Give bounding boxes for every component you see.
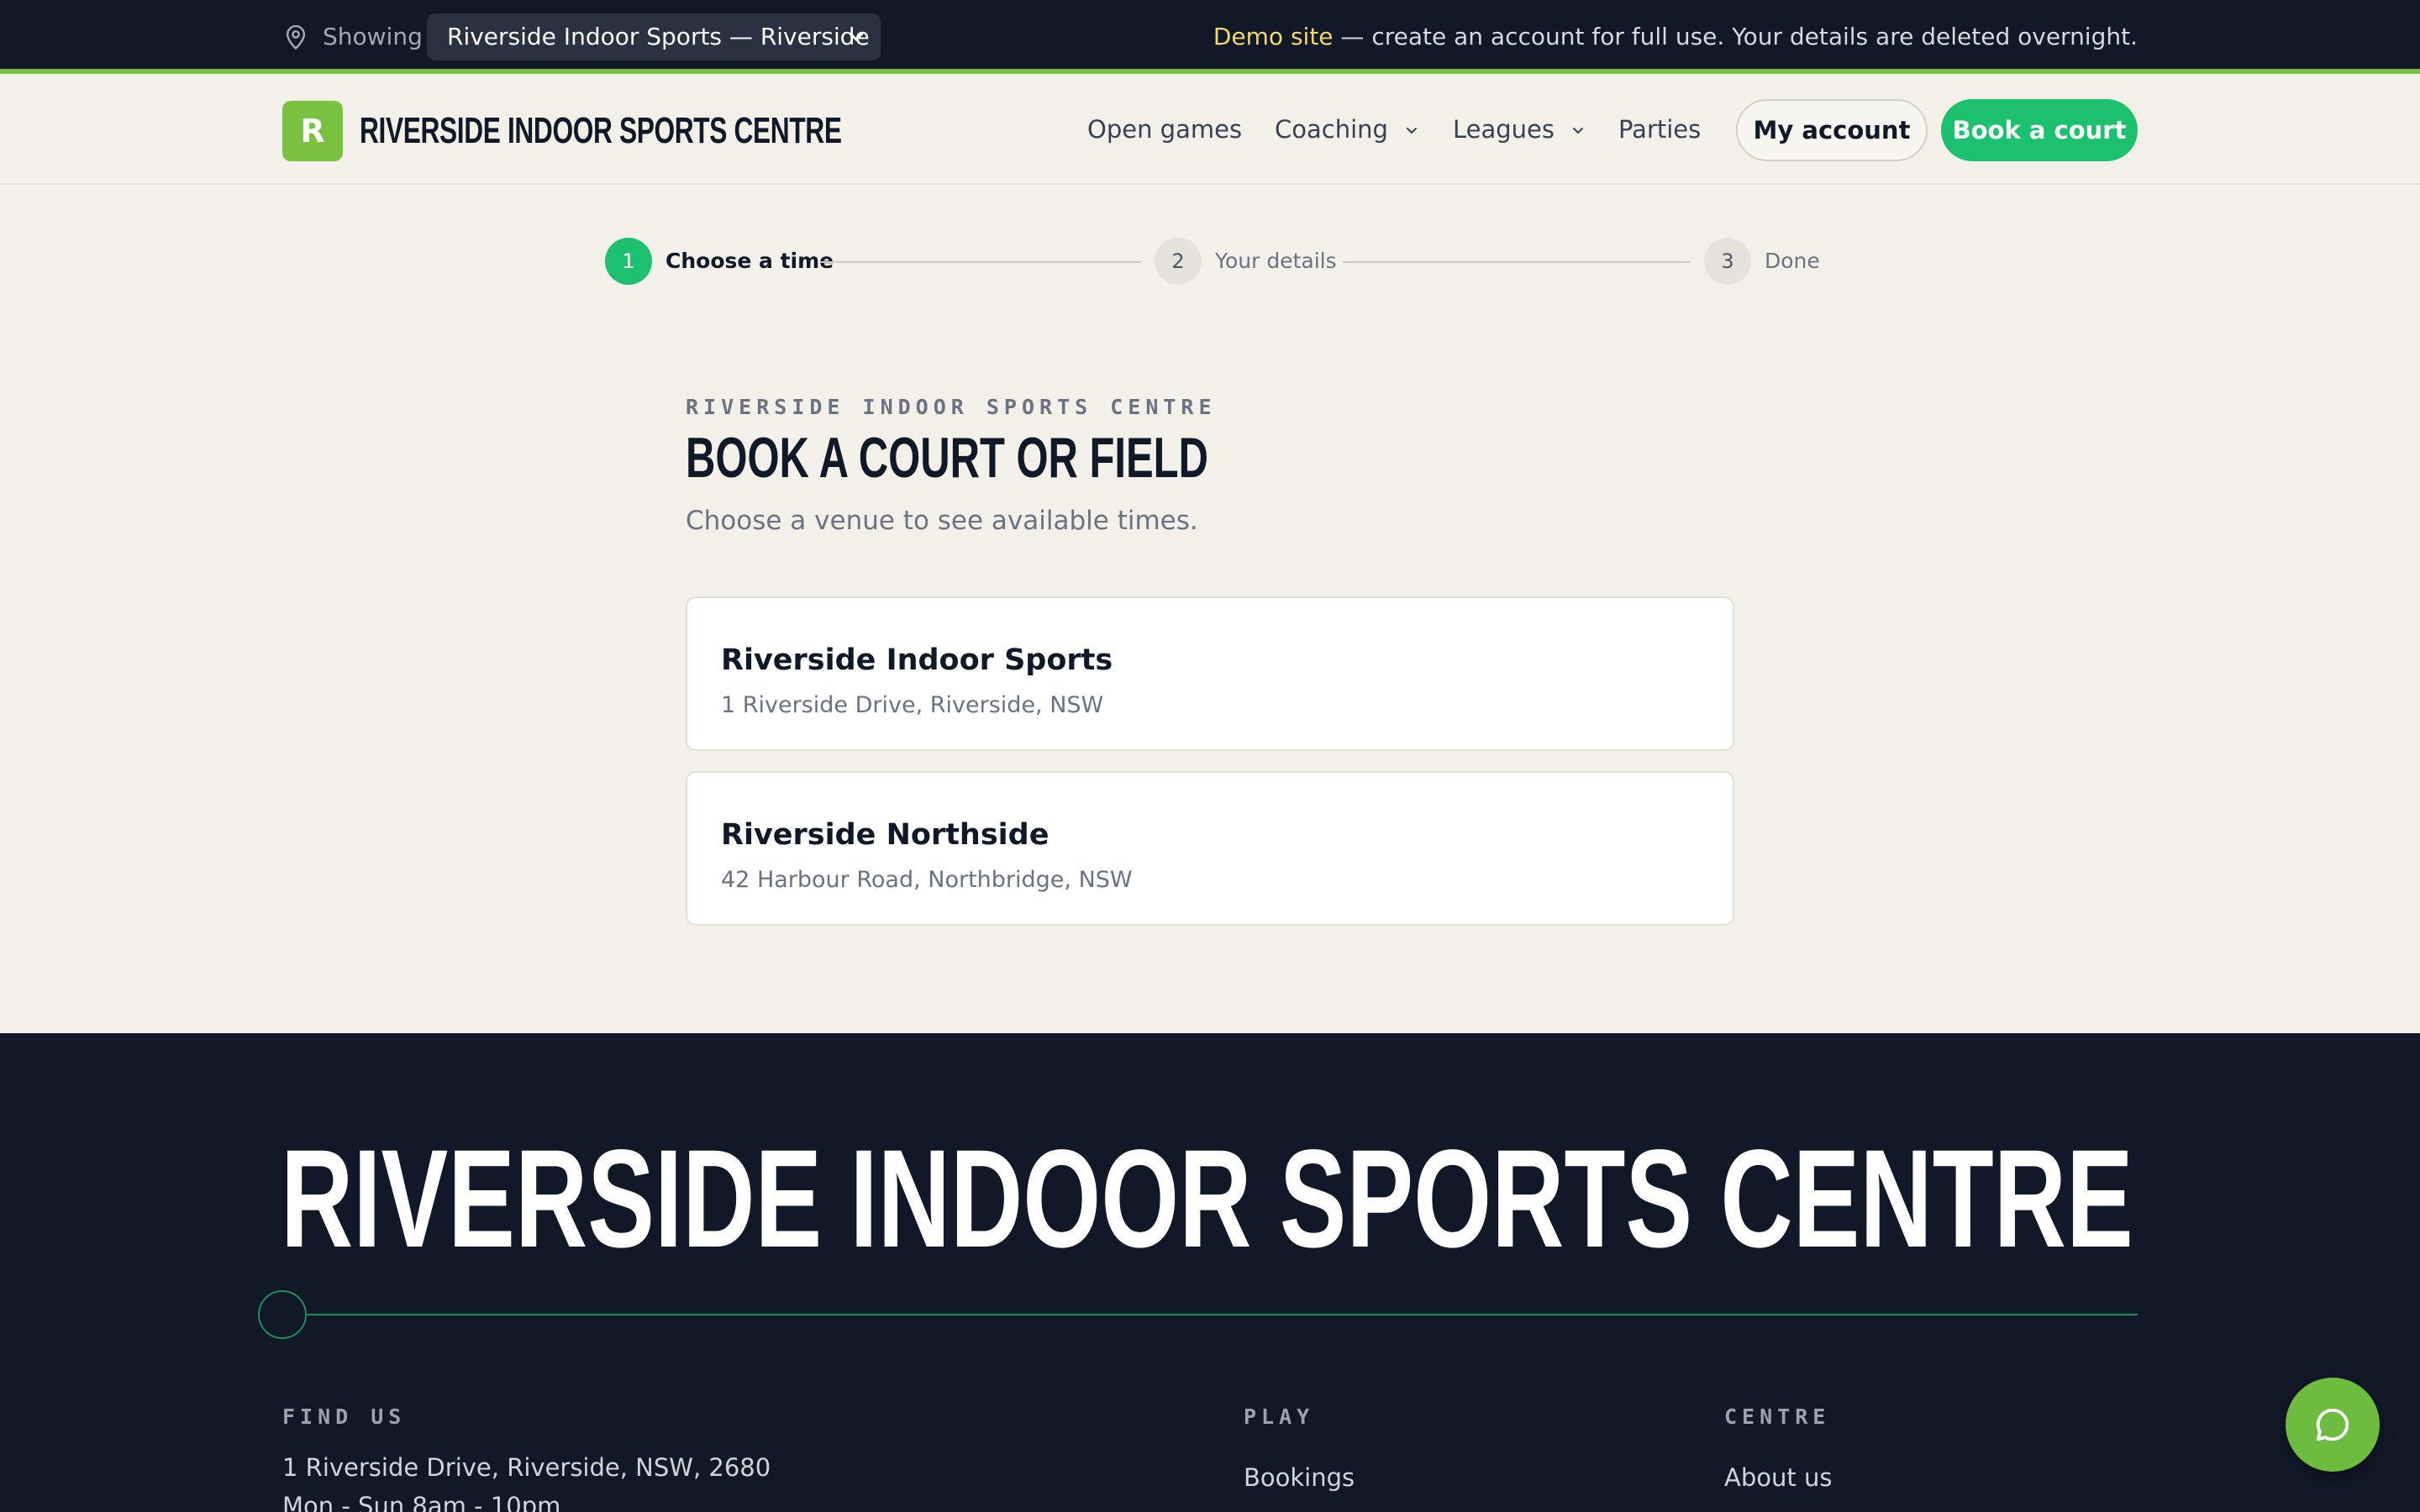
venue-address: 1 Riverside Drive, Riverside, NSW: [721, 692, 1104, 718]
my-account-button[interactable]: My account: [1736, 99, 1928, 161]
footer-play-heading: PLAY: [1244, 1404, 1315, 1429]
page-subtitle: Choose a venue to see available times.: [686, 506, 1198, 536]
venue-name: Riverside Indoor Sports: [721, 643, 1113, 677]
nav-parties[interactable]: Parties: [1618, 113, 1701, 146]
site-header: R RIVERSIDE INDOOR SPORTS CENTRE Open ga…: [0, 79, 2420, 185]
footer-hours: Mon - Sun 8am - 10pm: [282, 1492, 561, 1512]
footer-link-bookings[interactable]: Bookings: [1244, 1462, 1355, 1494]
nav-coaching-label: Coaching: [1275, 115, 1388, 144]
footer-address: 1 Riverside Drive, Riverside, NSW, 2680: [282, 1453, 771, 1482]
venue-address: 42 Harbour Road, Northbridge, NSW: [721, 867, 1133, 893]
step-connector: [820, 261, 1141, 263]
venue-select-value: Riverside Indoor Sports — Riverside: [447, 23, 870, 50]
site-footer: RIVERSIDE INDOOR SPORTS CENTRE FIND US 1…: [0, 1033, 2420, 1512]
venue-name: Riverside Northside: [721, 818, 1050, 852]
nav-coaching[interactable]: Coaching: [1275, 113, 1418, 146]
step-3-number: 3: [1704, 238, 1751, 285]
footer-find-us-heading: FIND US: [282, 1404, 407, 1429]
step-2-label: Your details: [1215, 249, 1337, 273]
nav-parties-label: Parties: [1618, 115, 1702, 144]
chevron-down-icon: [1407, 128, 1418, 134]
footer-link-about-us[interactable]: About us: [1724, 1462, 1832, 1494]
step-connector: [1343, 261, 1691, 263]
step-2-number: 2: [1155, 238, 1202, 285]
venue-select[interactable]: Riverside Indoor Sports — Riverside: [427, 13, 881, 60]
chat-bubble-icon: [2316, 1408, 2349, 1441]
logo-text[interactable]: RIVERSIDE INDOOR SPORTS CENTRE: [360, 109, 842, 153]
footer-divider: [282, 1314, 2138, 1315]
chat-button[interactable]: [2286, 1378, 2380, 1472]
demo-notice: Demo site — create an account for full u…: [1213, 22, 2138, 52]
divider-ring-icon: [258, 1290, 307, 1339]
page-title: BOOK A COURT OR FIELD: [686, 426, 1208, 490]
step-1-label: Choose a time: [666, 249, 834, 273]
chevron-down-icon: [849, 32, 864, 41]
step-1-number: 1: [605, 238, 652, 285]
step-3-label: Done: [1765, 249, 1820, 273]
logo-mark[interactable]: R: [282, 101, 343, 161]
nav-leagues-label: Leagues: [1453, 115, 1555, 144]
book-court-button[interactable]: Book a court: [1941, 99, 2138, 161]
demo-bar: Showing Riverside Indoor Sports — Rivers…: [0, 0, 2420, 74]
chevron-down-icon: [1573, 128, 1584, 134]
page-eyebrow: RIVERSIDE INDOOR SPORTS CENTRE: [686, 395, 1217, 419]
venue-card-riverside[interactable]: Riverside Indoor Sports 1 Riverside Driv…: [686, 596, 1734, 751]
demo-site-label: Demo site: [1213, 23, 1334, 50]
showing-label: Showing: [323, 23, 423, 50]
footer-title: RIVERSIDE INDOOR SPORTS CENTRE: [281, 1121, 2133, 1277]
demo-notice-text: — create an account for full use. Your d…: [1333, 23, 2138, 50]
footer-centre-heading: CENTRE: [1724, 1404, 1831, 1429]
nav-open-games[interactable]: Open games: [1087, 113, 1242, 146]
nav-leagues[interactable]: Leagues: [1453, 113, 1584, 146]
venue-card-northside[interactable]: Riverside Northside 42 Harbour Road, Nor…: [686, 771, 1734, 926]
location-pin-icon: [286, 24, 306, 50]
nav-open-games-label: Open games: [1087, 115, 1243, 144]
